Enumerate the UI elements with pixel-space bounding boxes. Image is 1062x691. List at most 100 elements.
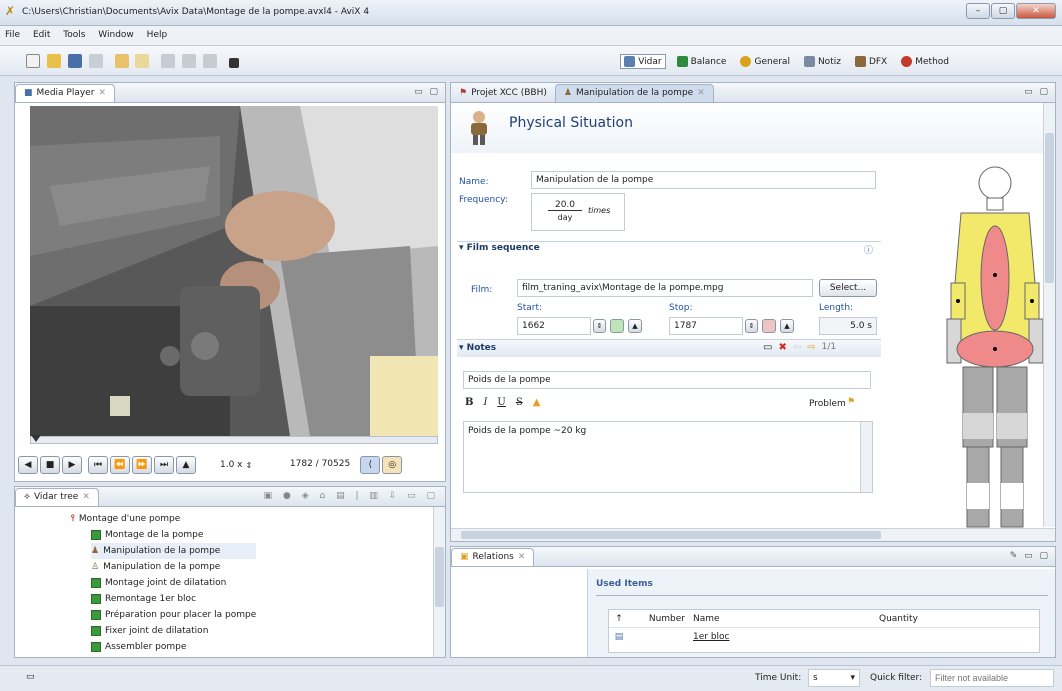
start-goto-icon[interactable]: ▲ (628, 319, 642, 333)
sort-icon[interactable]: ↑ (609, 610, 629, 627)
prev-marker-icon[interactable]: ⏪ (110, 456, 130, 474)
editor-vscrollbar[interactable] (1043, 103, 1055, 527)
delete-note-icon[interactable]: ✖ (778, 342, 786, 353)
tree-item[interactable]: ♙ Manipulation de la pompe (91, 559, 256, 575)
freq-unit: times (588, 206, 611, 215)
open-folder-icon[interactable] (46, 54, 61, 68)
tab-projet[interactable]: ⚑ Projet XCC (BBH) (451, 85, 555, 102)
redo-icon[interactable] (135, 54, 150, 68)
frame-counter: 1782 / 70525 (289, 459, 351, 469)
tree-item[interactable]: Fixer joint de dilatation (91, 623, 256, 639)
video-frame[interactable] (30, 106, 438, 436)
last-frame-icon[interactable]: ⏭ (154, 456, 174, 474)
highlight-icon[interactable]: ▲ (533, 397, 541, 408)
prev-note-icon[interactable]: ⇦ (793, 342, 801, 353)
menu-help[interactable]: Help (142, 26, 173, 40)
perspective-method[interactable]: Method (898, 55, 952, 68)
seek-handle[interactable] (31, 435, 41, 442)
tree-scrollbar[interactable] (433, 507, 445, 657)
save-icon[interactable] (67, 54, 82, 68)
start-spinner[interactable]: ⇕ (593, 319, 606, 333)
quick-filter-input[interactable] (930, 669, 1054, 687)
underline-button[interactable]: U (497, 397, 505, 408)
col-quantity[interactable]: Quantity (879, 610, 959, 627)
perspective-vidar[interactable]: Vidar (620, 54, 666, 69)
italic-button[interactable]: I (483, 397, 487, 408)
notes-section-toggle[interactable]: ▾ Notes (459, 343, 496, 353)
next-note-icon[interactable]: ⇨ (807, 342, 815, 353)
speed-spinner[interactable]: ⇕ (246, 461, 253, 470)
perspective-general[interactable]: General (737, 55, 792, 68)
bold-button[interactable]: B (465, 397, 473, 408)
tab-relations[interactable]: ▣ Relations ✕ (451, 548, 535, 566)
body-map[interactable] (931, 163, 1049, 531)
editor-minmax-icon[interactable]: ▭ ▢ (1024, 87, 1050, 97)
tree-item[interactable]: Préparation pour placer la pompe (91, 607, 256, 623)
minmax-icon[interactable]: ▭ ▢ (414, 87, 440, 97)
note-title-input[interactable]: Poids de la pompe (463, 371, 871, 389)
stop-goto-icon[interactable]: ▲ (780, 319, 794, 333)
seek-slider[interactable] (30, 435, 438, 444)
undo-icon[interactable] (114, 54, 129, 68)
stop-set-icon[interactable] (762, 319, 776, 333)
perspective-balance[interactable]: Balance (674, 55, 730, 68)
menu-tools[interactable]: Tools (58, 26, 90, 40)
help-icon[interactable]: ⓘ (864, 243, 873, 256)
table-row[interactable]: ▤ 1er bloc (609, 628, 1039, 646)
first-frame-icon[interactable]: ⏮ (88, 456, 108, 474)
new-note-icon[interactable]: ▭ (763, 342, 772, 353)
step-back-icon[interactable]: ◀ (18, 456, 38, 474)
menu-file[interactable]: File (0, 26, 25, 40)
close-button[interactable]: ✕ (1016, 3, 1056, 19)
play-icon[interactable]: ▶ (62, 456, 82, 474)
note-scrollbar[interactable] (860, 422, 872, 492)
name-input[interactable]: Manipulation de la pompe (531, 171, 876, 189)
start-set-icon[interactable] (610, 319, 624, 333)
tree-root[interactable]: ⫯ Montage d'une pompe (71, 511, 180, 527)
editor-hscrollbar[interactable] (451, 528, 1055, 541)
tree-item[interactable]: Assembler pompe (91, 639, 256, 655)
select-button[interactable]: Select... (819, 279, 877, 297)
menu-edit[interactable]: Edit (28, 26, 55, 40)
editor-panel: ⚑ Projet XCC (BBH) ♟ Manipulation de la po… (450, 82, 1056, 542)
tab-manipulation[interactable]: ♟ Manipulation de la pompe ✕ (554, 84, 714, 102)
tree-toolbar-icons[interactable]: ▣ ● ◈ ⌂ ▤ | ▥ ⇩ ▭ ▢ (264, 491, 439, 501)
frequency-box[interactable]: 20.0 day times (531, 193, 625, 231)
maximize-button[interactable]: ▢ (991, 3, 1015, 19)
eject-icon[interactable]: ▲ (176, 456, 196, 474)
relations-minmax-icon[interactable]: ✎ ▭ ▢ (1010, 551, 1050, 561)
paste-icon[interactable] (203, 54, 217, 68)
tab-vidar-tree[interactable]: ⟡ Vidar tree ✕ (15, 488, 99, 506)
tree-item-selected[interactable]: ♟ Manipulation de la pompe (91, 543, 257, 559)
next-marker-icon[interactable]: ⏩ (132, 456, 152, 474)
start-input[interactable]: 1662 (517, 317, 591, 335)
new-icon[interactable] (26, 54, 40, 68)
note-body-textarea[interactable]: Poids de la pompe ~20 kg (463, 421, 873, 493)
tree-item[interactable]: Montage joint de dilatation (91, 575, 256, 591)
menu-window[interactable]: Window (93, 26, 139, 40)
strike-button[interactable]: S (516, 397, 523, 408)
general-icon (740, 56, 752, 67)
cut-icon[interactable] (161, 54, 176, 68)
stop-icon[interactable]: ■ (40, 456, 60, 474)
col-number[interactable]: Number (629, 610, 689, 627)
film-section-toggle[interactable]: ▾ Film sequence (459, 243, 540, 253)
stop-input[interactable]: 1787 (669, 317, 743, 335)
print-icon[interactable] (88, 54, 103, 68)
fullscreen-icon[interactable] (228, 58, 239, 68)
tree-item[interactable]: Remontage 1er bloc (91, 591, 256, 607)
snapshot-icon[interactable]: ◎ (382, 456, 403, 474)
copy-icon[interactable] (182, 54, 197, 68)
time-unit-select[interactable]: s ▾ (808, 669, 860, 687)
perspective-notiz[interactable]: Notiz (801, 55, 844, 68)
perspective-dfx[interactable]: DFX (852, 55, 890, 68)
table-header: ↑ Number Name Quantity (609, 610, 1039, 628)
stop-spinner[interactable]: ⇕ (745, 319, 758, 333)
film-path-input[interactable]: film_traning_avix\Montage de la pompe.mp… (517, 279, 813, 297)
tab-media-player[interactable]: ■ Media Player ✕ (15, 84, 115, 102)
problem-flag-icon[interactable]: ⚑ (847, 397, 855, 407)
sync-left-icon[interactable]: ⟨ (360, 456, 381, 474)
tree-item[interactable]: Montage de la pompe (91, 527, 256, 543)
col-name[interactable]: Name (689, 610, 879, 627)
minimize-button[interactable]: – (966, 3, 990, 19)
